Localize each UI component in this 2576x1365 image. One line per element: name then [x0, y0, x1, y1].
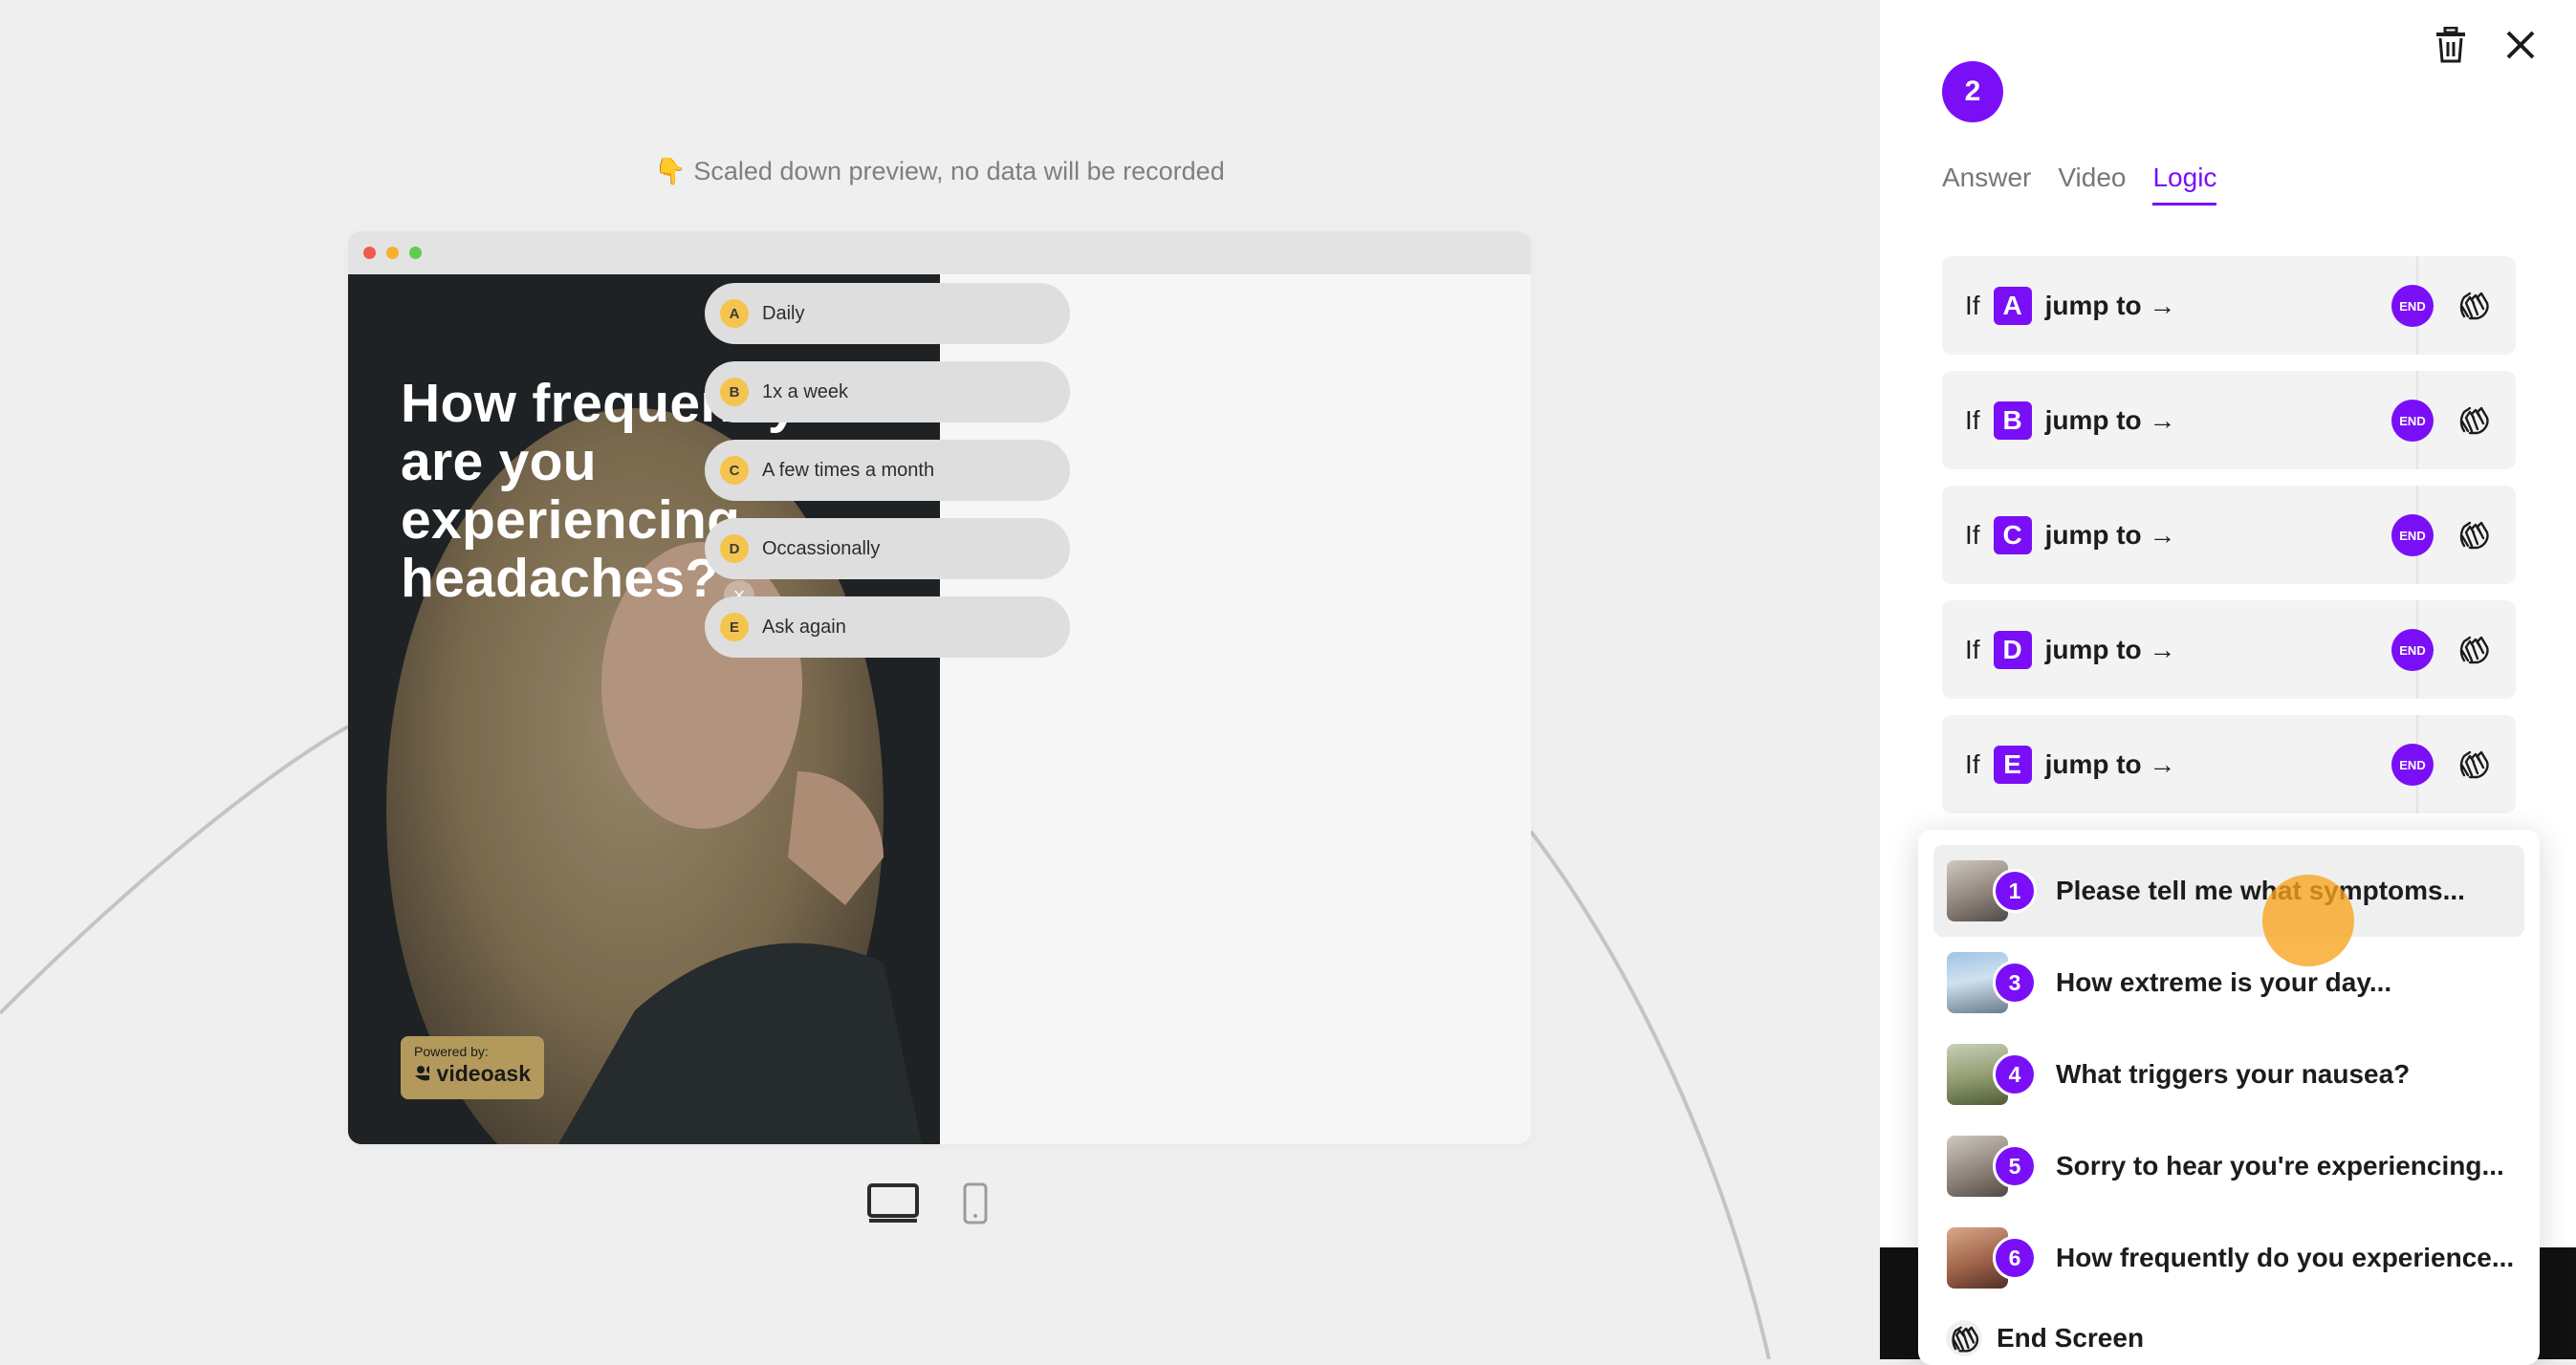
browser-bar [348, 231, 1531, 274]
wave-hand-icon[interactable] [2456, 747, 2491, 781]
rule-if: If [1965, 404, 1980, 435]
jump-option-4[interactable]: 4 What triggers your nausea? [1933, 1029, 2524, 1120]
rule-jump: jump to → [2044, 519, 2176, 550]
option-label: Sorry to hear you're experiencing... [2056, 1151, 2504, 1181]
answer-key: C [720, 456, 749, 485]
end-badge[interactable]: END [2391, 629, 2434, 671]
answer-label: Daily [762, 302, 805, 324]
step-number-badge: 2 [1942, 61, 2003, 122]
videoask-logo-icon [415, 1065, 429, 1080]
logic-rule-a[interactable]: If A jump to → END [1942, 256, 2516, 355]
powered-by-label: Powered by: [414, 1044, 489, 1059]
rule-letter: D [1993, 630, 2032, 669]
rule-letter: E [1993, 745, 2032, 784]
jump-to-dropdown: 1 Please tell me what symptoms... 3 How … [1918, 830, 2540, 1365]
option-label: Please tell me what symptoms... [2056, 876, 2465, 905]
option-label: What triggers your nausea? [2056, 1059, 2411, 1089]
trash-icon[interactable] [2434, 27, 2467, 63]
end-badge[interactable]: END [2391, 744, 2434, 786]
tab-answer[interactable]: Answer [1942, 162, 2031, 206]
window-maximize-dot [409, 247, 422, 259]
cursor-highlight [2262, 875, 2354, 966]
end-badge[interactable]: END [2391, 285, 2434, 327]
rule-if: If [1965, 634, 1980, 664]
end-screen-label: End Screen [1997, 1323, 2145, 1353]
answer-key: D [720, 534, 749, 563]
wave-hand-icon[interactable] [2456, 632, 2491, 666]
answer-option-e[interactable]: E Ask again [705, 596, 1070, 658]
answer-option-b[interactable]: B 1x a week [705, 361, 1070, 422]
jump-option-1[interactable]: 1 Please tell me what symptoms... [1933, 845, 2524, 937]
rule-if: If [1965, 290, 1980, 320]
rule-jump: jump to → [2044, 634, 2176, 664]
preview-notice: 👇 Scaled down preview, no data will be r… [654, 157, 1225, 185]
panel-tabs: Answer Video Logic [1942, 162, 2217, 206]
rule-jump: jump to → [2044, 404, 2176, 435]
end-badge[interactable]: END [2391, 514, 2434, 556]
tab-logic[interactable]: Logic [2152, 162, 2217, 206]
jump-option-5[interactable]: 5 Sorry to hear you're experiencing... [1933, 1120, 2524, 1212]
step-number: 6 [1993, 1236, 2037, 1280]
wave-hand-icon[interactable] [2456, 517, 2491, 552]
tab-video[interactable]: Video [2058, 162, 2126, 206]
logic-rule-d[interactable]: If D jump to → END [1942, 600, 2516, 699]
window-close-dot [363, 247, 376, 259]
answer-key: B [720, 378, 749, 406]
answer-option-a[interactable]: A Daily [705, 283, 1070, 344]
answer-option-c[interactable]: C A few times a month [705, 440, 1070, 501]
option-label: How frequently do you experience... [2056, 1243, 2515, 1272]
rule-letter: A [1993, 286, 2032, 325]
answer-key: E [720, 613, 749, 641]
rule-letter: C [1993, 515, 2032, 554]
step-number: 3 [1993, 961, 2037, 1005]
answer-label: A few times a month [762, 459, 935, 481]
rule-if: If [1965, 748, 1980, 779]
mobile-icon[interactable] [962, 1181, 989, 1225]
jump-option-3[interactable]: 3 How extreme is your day... [1933, 937, 2524, 1029]
step-number: 1 [1993, 869, 2037, 913]
wave-hand-icon [1946, 1320, 1982, 1356]
powered-by-badge[interactable]: Powered by: videoask [401, 1036, 544, 1099]
answer-key: A [720, 299, 749, 328]
step-number: 4 [1993, 1052, 2037, 1096]
rule-jump: jump to → [2044, 748, 2176, 779]
desktop-icon[interactable] [866, 1182, 920, 1224]
panel-actions [2434, 27, 2536, 63]
device-toggle [866, 1181, 989, 1225]
option-label: How extreme is your day... [2056, 967, 2392, 997]
answer-option-d[interactable]: D Occassionally [705, 518, 1070, 579]
step-number: 5 [1993, 1144, 2037, 1188]
rule-if: If [1965, 519, 1980, 550]
answer-label: Ask again [762, 616, 846, 638]
logic-rule-e[interactable]: If E jump to → END [1942, 715, 2516, 813]
close-icon[interactable] [2505, 30, 2536, 60]
logic-rule-c[interactable]: If C jump to → END [1942, 486, 2516, 584]
window-minimize-dot [386, 247, 399, 259]
jump-option-end-screen[interactable]: End Screen [1945, 1319, 2144, 1357]
answer-label: Occassionally [762, 537, 881, 559]
rule-jump: jump to → [2044, 290, 2176, 320]
answer-label: 1x a week [762, 380, 849, 402]
wave-hand-icon[interactable] [2456, 288, 2491, 322]
wave-hand-icon[interactable] [2456, 402, 2491, 437]
rule-letter: B [1993, 401, 2032, 440]
answer-options: A Daily B 1x a week C A few times a mont… [705, 283, 1070, 675]
jump-option-6[interactable]: 6 How frequently do you experience... [1933, 1212, 2524, 1304]
end-badge[interactable]: END [2391, 400, 2434, 442]
logic-rule-b[interactable]: If B jump to → END [1942, 371, 2516, 469]
brand-name: videoask [436, 1061, 531, 1086]
